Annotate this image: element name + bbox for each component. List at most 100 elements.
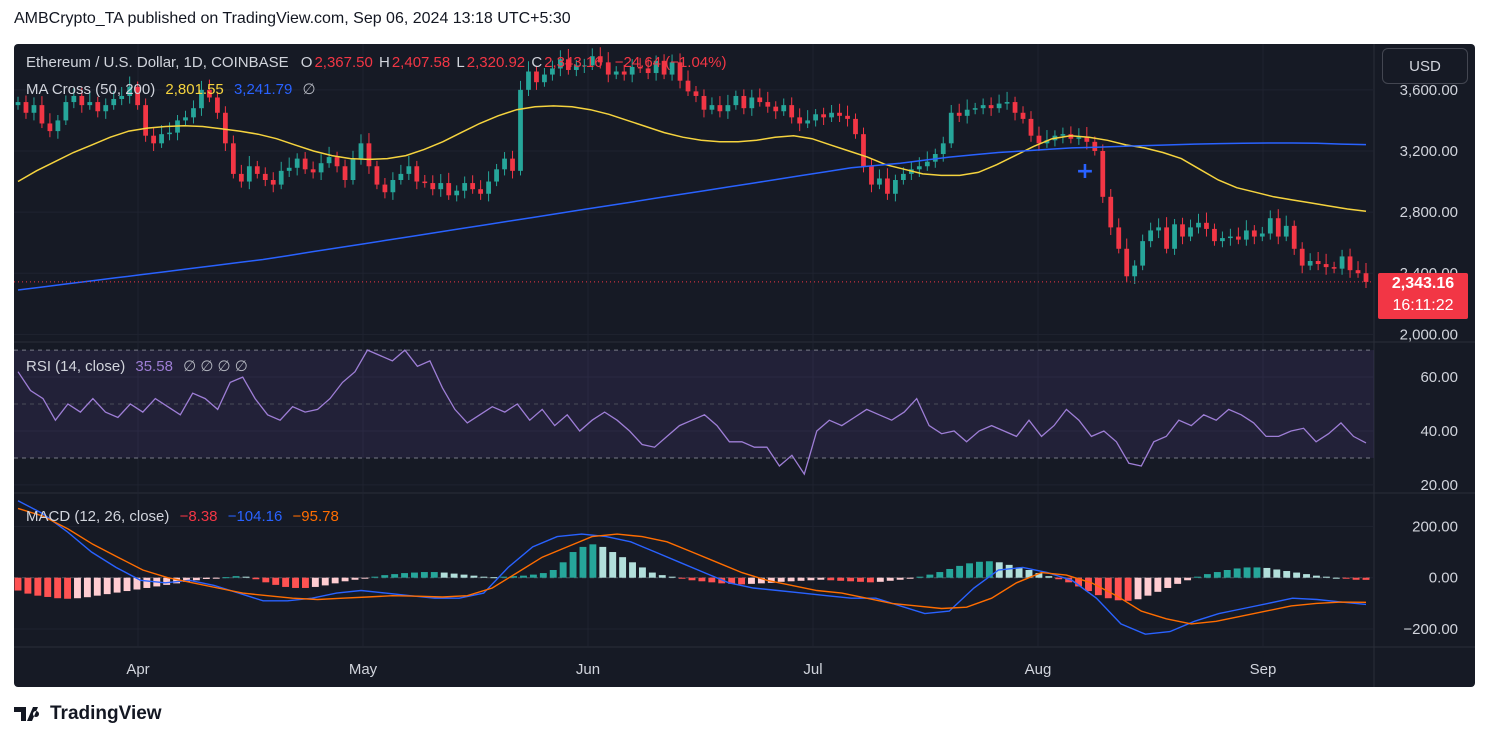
macd-histogram-bar (1223, 570, 1231, 578)
candle-body (542, 74, 547, 83)
candle-body (956, 112, 962, 116)
candle-body (885, 178, 890, 194)
candle-body (1180, 224, 1185, 237)
x-tick-label: Apr (126, 661, 149, 678)
macd-histogram-bar (1263, 567, 1271, 578)
candle-body (358, 143, 364, 159)
candle-body (159, 134, 164, 144)
candle-body (725, 105, 731, 112)
macd-histogram-bar (420, 572, 428, 578)
macd-histogram-bar (837, 577, 845, 581)
macd-histogram-bar (1194, 576, 1201, 578)
macd-histogram-bar (1164, 577, 1172, 588)
candle-body (31, 105, 37, 113)
macd-histogram-bar (351, 577, 359, 580)
candle-body (526, 71, 531, 90)
y-tick-label: −200.00 (1403, 621, 1458, 638)
macd-histogram-bar (1293, 572, 1301, 578)
candle-body (1307, 261, 1313, 266)
candle-body (621, 71, 627, 75)
rsi-label: RSI (14, close) (26, 358, 126, 375)
macd-histogram-bar (1362, 577, 1370, 580)
candle-body (63, 102, 69, 121)
ma50-value: 2,801.55 (165, 81, 224, 98)
candle-body (1108, 196, 1114, 228)
candle-body (470, 183, 476, 190)
candle-body (988, 105, 994, 109)
macd-histogram-bar (946, 568, 954, 578)
price-legend: Ethereum / U.S. Dollar, 1D, COINBASE O 2,… (26, 54, 728, 71)
candle-body (781, 105, 787, 112)
change-value: −24.64 (−1.04%) (614, 54, 727, 71)
rsi-legend: RSI (14, close) 35.58 ∅ ∅ ∅ ∅ (26, 357, 250, 375)
y-tick-label: 3,600.00 (1400, 82, 1458, 99)
candle-body (1363, 273, 1369, 282)
macd-histogram-bar (1085, 577, 1092, 592)
macd-histogram-bar (1015, 567, 1023, 578)
macd-histogram-bar (1134, 577, 1142, 600)
macd-histogram-bar (331, 577, 339, 584)
candle-body (326, 157, 332, 164)
candle-body (773, 106, 779, 112)
x-tick-label: Jun (576, 661, 600, 678)
publisher-line: AMBCrypto_TA published on TradingView.co… (14, 10, 571, 27)
macd-histogram-bar (34, 577, 42, 596)
macd-histogram-bar (658, 575, 666, 578)
macd-histogram-bar (678, 577, 686, 579)
macd-histogram-bar (341, 577, 349, 582)
macd-histogram-bar (222, 577, 230, 579)
candle-body (1116, 227, 1122, 249)
macd-histogram-bar (74, 577, 81, 599)
y-tick-label: 0.00 (1429, 570, 1458, 587)
macd-histogram-bar (847, 577, 855, 582)
macd-histogram-bar (827, 577, 835, 581)
macd-histogram-bar (381, 575, 389, 578)
macd-histogram-bar (1342, 577, 1350, 579)
candle-body (932, 154, 938, 162)
high-label: H (379, 54, 390, 71)
candle-body (462, 183, 468, 191)
macd-histogram-bar (430, 572, 438, 578)
candle-body (861, 134, 866, 167)
macd-histogram-bar (738, 577, 746, 585)
candle-body (693, 91, 699, 96)
candle-body (350, 158, 356, 181)
macd-histogram-bar (1332, 577, 1340, 579)
chart-frame: Apr May Jun Jul Aug Sep 3,600.00 3,200.00 2,800.… (14, 44, 1475, 687)
macd-histogram-bar (936, 572, 944, 578)
macd-histogram-bar (1203, 574, 1211, 578)
macd-histogram-bar (866, 577, 874, 583)
candle-body (278, 170, 284, 185)
candle-body (717, 105, 723, 112)
open-value: 2,367.50 (314, 54, 373, 71)
macd-histogram-bar (857, 577, 864, 582)
x-tick-label: Jul (803, 661, 822, 678)
ma-extra: ∅ (302, 81, 316, 98)
macd-histogram-bar (391, 574, 399, 578)
candle-body (1235, 236, 1241, 240)
last-price-tag: 2,343.16 16:11:22 (1378, 273, 1468, 319)
candle-body (430, 183, 436, 190)
candle-body (270, 180, 276, 185)
candle-body (1299, 248, 1305, 266)
macd-histogram-bar (886, 577, 894, 581)
macd-histogram-bar (123, 577, 131, 592)
candle-body (821, 114, 826, 118)
x-tick-label: Sep (1250, 661, 1277, 678)
macd-histogram-bar (1144, 577, 1152, 596)
y-tick-label: 200.00 (1412, 518, 1458, 535)
macd-histogram-bar (638, 567, 646, 578)
candle-body (95, 102, 101, 112)
candle-body (972, 108, 978, 110)
macd-histogram-bar (54, 577, 62, 599)
candle-body (414, 166, 420, 182)
low-label: L (456, 54, 465, 71)
footer: TradingView (14, 703, 162, 725)
last-price: 2,343.16 (1391, 275, 1455, 292)
candle-body (685, 80, 691, 92)
x-tick-label: May (349, 661, 378, 678)
macd-histogram-bar (817, 577, 825, 580)
macd-histogram-bar (1273, 569, 1281, 578)
macd-histogram-bar (301, 577, 309, 588)
currency-button[interactable]: USD (1382, 48, 1468, 84)
